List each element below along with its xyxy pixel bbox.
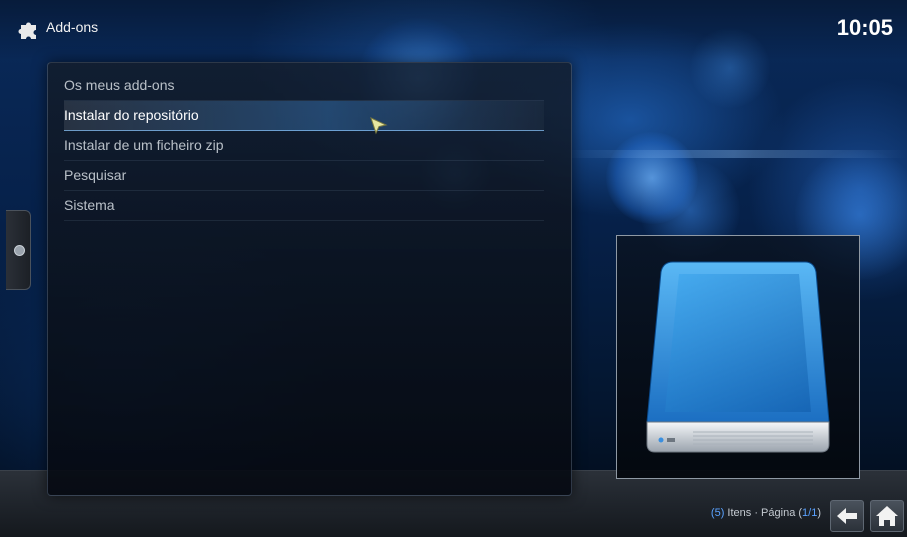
menu-item-label: Instalar do repositório: [64, 107, 199, 123]
page-number: 1/1: [802, 507, 818, 519]
mouse-cursor-icon: [370, 117, 388, 135]
menu-item-my-addons[interactable]: Os meus add-ons: [64, 71, 544, 101]
page-title: Add-ons: [46, 19, 99, 35]
menu-item-install-from-zip[interactable]: Instalar de um ficheiro zip: [64, 131, 544, 161]
hard-drive-icon: [646, 261, 830, 453]
light-streak: [560, 150, 907, 158]
menu-item-label: Instalar de um ficheiro zip: [64, 137, 224, 153]
back-arrow-icon: [837, 508, 857, 524]
menu-item-system[interactable]: Sistema: [64, 191, 544, 221]
menu-item-label: Sistema: [64, 197, 115, 213]
kodi-screen: Add-ons 10:05 Os meus add-ons Instalar d…: [0, 0, 907, 537]
items-page-text: Itens · Página (: [724, 507, 803, 519]
header-bar: Add-ons 10:05: [0, 0, 907, 60]
menu-item-label: Pesquisar: [64, 167, 127, 183]
home-button[interactable]: [870, 500, 904, 532]
thumbnail-frame: [616, 235, 860, 479]
bokeh-light: [606, 132, 698, 224]
circle-icon: [14, 245, 25, 256]
menu-item-install-from-repository[interactable]: Instalar do repositório: [64, 101, 544, 131]
item-count-status: (5) Itens · Página (1/1): [711, 507, 821, 519]
back-button[interactable]: [830, 500, 864, 532]
clock: 10:05: [836, 15, 893, 40]
menu-item-search[interactable]: Pesquisar: [64, 161, 544, 191]
home-icon: [876, 506, 898, 526]
menu-item-label: Os meus add-ons: [64, 77, 175, 93]
addons-menu-panel: Os meus add-ons Instalar do repositório …: [47, 62, 572, 496]
side-menu-tab[interactable]: [6, 210, 31, 290]
puzzle-piece-icon: [18, 22, 36, 39]
page-paren-close: ): [817, 507, 821, 519]
